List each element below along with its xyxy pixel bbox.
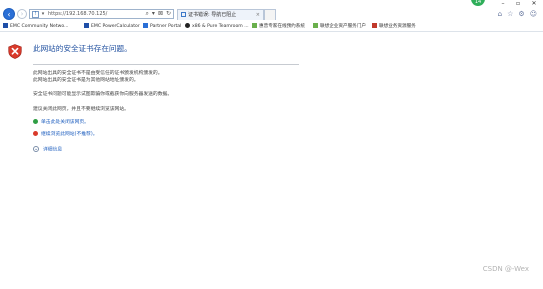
tab-close-icon[interactable]: ×	[256, 10, 260, 20]
security-shield-icon	[8, 44, 22, 59]
refresh-icon[interactable]: ↻	[166, 10, 171, 17]
address-dropdown-icon[interactable]: ▾	[40, 11, 46, 18]
navigation-bar: ‹ › ! ▾ https://192.168.70.125/ ⌕ ▾ ⊠ ↻ 证书错…	[0, 7, 543, 21]
emc-icon	[3, 23, 8, 28]
watermark: CSDN @-Wex	[482, 265, 529, 273]
address-bar[interactable]: ! ▾ https://192.168.70.125/ ⌕ ▾ ⊠ ↻	[29, 9, 174, 19]
error-description-line: 此网站出具的安全证书不是由受信任的证书颁发机构颁发的。	[33, 71, 163, 76]
favorite-link[interactable]: EMC PowerCalculator	[84, 22, 140, 31]
teamroom-icon	[185, 23, 190, 28]
minimize-button[interactable]: –	[497, 0, 509, 7]
search-icon[interactable]: ⌕	[146, 10, 149, 17]
address-tools: ⌕ ▾ ⊠ ↻	[143, 10, 171, 18]
favorite-link[interactable]: EMC Community Netwo...	[3, 22, 69, 31]
partner-portal-icon	[143, 23, 148, 28]
more-information-toggle[interactable]: ⌄ 详细信息	[33, 146, 62, 153]
smiley-feedback-icon[interactable]: ☺	[530, 10, 537, 18]
favorite-link[interactable]: Partner Portal	[143, 22, 181, 31]
lock-icon[interactable]: ⊠	[158, 10, 163, 17]
maximize-button[interactable]: ▫	[512, 0, 524, 7]
error-heading: 此网站的安全证书存在问题。	[33, 44, 132, 53]
notification-badge[interactable]: 14	[471, 0, 485, 6]
close-page-link[interactable]: 单击此处关闭该网页。	[33, 119, 89, 126]
forward-button[interactable]: ›	[17, 9, 27, 19]
red-shield-x-icon	[33, 131, 38, 136]
favorites-star-icon[interactable]: ☆	[507, 10, 513, 18]
page-icon	[181, 12, 186, 17]
new-tab-button[interactable]	[264, 9, 276, 20]
tab-title: 证书错误: 导航已阻止	[188, 12, 237, 18]
lenovo-icon	[372, 23, 377, 28]
dropdown-arrow-icon[interactable]: ▾	[152, 10, 155, 17]
favorite-link[interactable]: 联想业务资源服务	[372, 22, 416, 31]
green-shield-check-icon	[33, 119, 38, 124]
back-button[interactable]: ‹	[3, 8, 15, 20]
settings-gear-icon[interactable]: ⚙	[518, 10, 524, 18]
tab-certificate-error[interactable]: 证书错误: 导航已阻止 ×	[177, 9, 264, 20]
window-titlebar: 14 – ▫ ✕	[0, 0, 543, 7]
certificate-error-icon[interactable]: !	[32, 11, 39, 18]
emc-icon	[84, 23, 89, 28]
divider	[33, 64, 299, 65]
back-arrow-icon: ‹	[7, 10, 11, 19]
web-page-icon	[252, 23, 257, 28]
expand-chevron-icon: ⌄	[33, 146, 39, 152]
recommendation-text: 建议关闭此网页，并且不要继续浏览该网站。	[33, 107, 129, 112]
forward-arrow-icon: ›	[20, 10, 24, 18]
home-icon[interactable]: ⌂	[498, 10, 502, 18]
warning-text: 安全证书问题可能显示试图欺骗你或截获你向服务器发送的数据。	[33, 92, 173, 97]
favorites-bar: EMC Community Netwo... EMC PowerCalculat…	[0, 21, 543, 32]
web-page-icon	[313, 23, 318, 28]
favorite-link[interactable]: x86 & Pure Teamroom ...	[185, 22, 249, 31]
toolbar-right: ⌂ ☆ ⚙ ☺	[493, 9, 537, 19]
close-window-button[interactable]: ✕	[528, 0, 540, 7]
favorite-link[interactable]: 惠普专家在线预约系统	[252, 22, 305, 31]
error-description-line: 此网站出具的安全证书是为其他网站地址颁发的。	[33, 78, 139, 83]
continue-to-site-link[interactable]: 继续浏览此网站(不推荐)。	[33, 131, 98, 138]
address-url[interactable]: https://192.168.70.125/	[48, 10, 107, 18]
favorite-link[interactable]: 联想企业资产服务门户	[313, 22, 366, 31]
